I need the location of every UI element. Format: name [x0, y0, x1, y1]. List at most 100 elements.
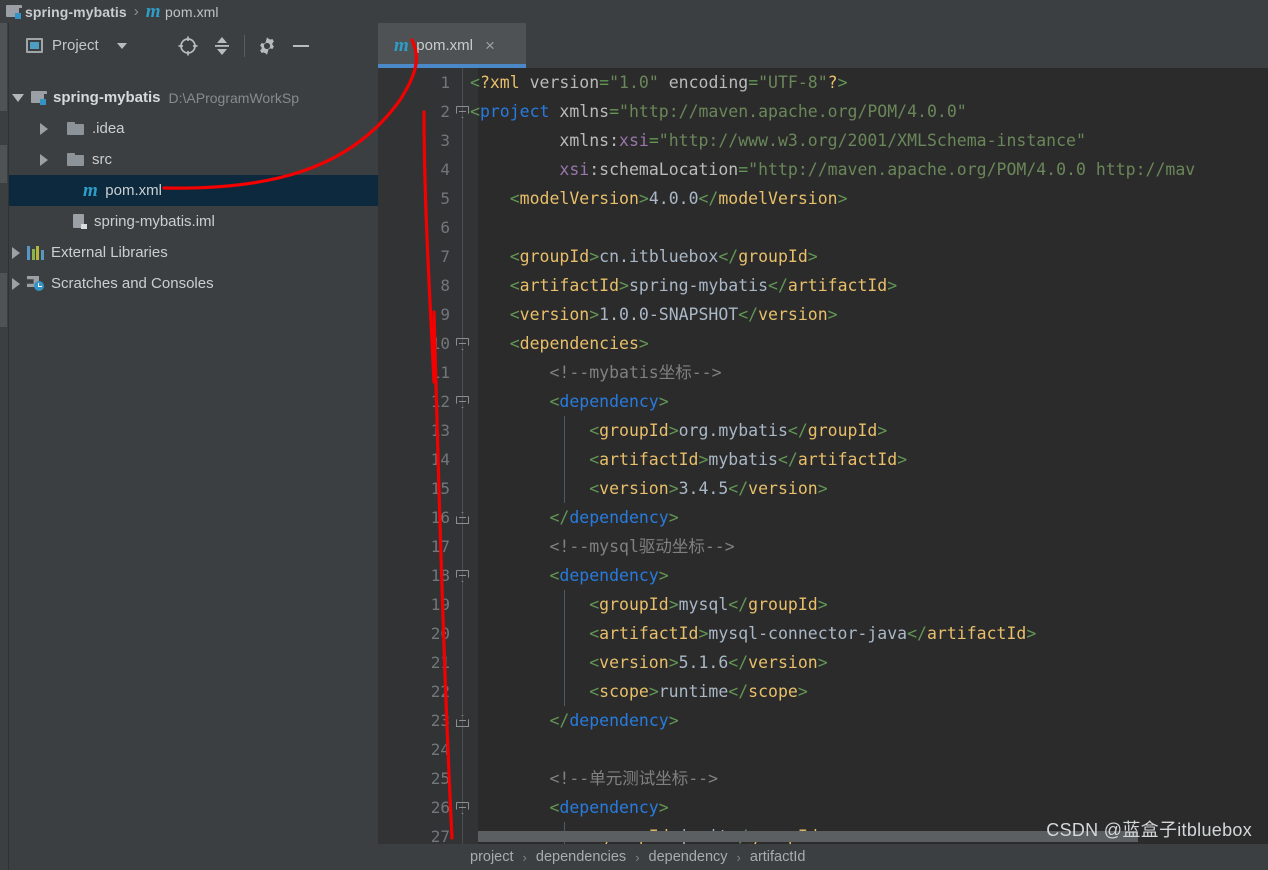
line-number: 2: [440, 102, 450, 121]
collapse-arrow-icon[interactable]: [12, 277, 20, 290]
editor-breadcrumb: project › dependencies › dependency › ar…: [378, 844, 1268, 870]
scratches-icon: [27, 276, 44, 291]
tree-row-spring-mybatis[interactable]: spring-mybatis D:\AProgramWorkSp: [0, 82, 378, 113]
code-editor[interactable]: 1 <?xml version="1.0" encoding="UTF-8"?> 2…: [378, 68, 1268, 870]
hide-panel-icon[interactable]: [284, 31, 318, 61]
line-number: 12: [430, 392, 450, 411]
scrollbar-thumb[interactable]: [478, 831, 1138, 842]
code-text: </dependency>: [470, 711, 679, 730]
line-number: 3: [440, 131, 450, 150]
tree-row-scratches[interactable]: Scratches and Consoles: [0, 268, 378, 299]
code-line[interactable]: 7 <groupId>cn.itbluebox</groupId>: [378, 242, 1268, 271]
code-line[interactable]: 5 <modelVersion>4.0.0</modelVersion>: [378, 184, 1268, 213]
breadcrumb-crumb-dependencies[interactable]: dependencies: [536, 849, 626, 865]
code-text: <!--mybatis坐标-->: [470, 363, 722, 382]
code-line[interactable]: 1 <?xml version="1.0" encoding="UTF-8"?>: [378, 68, 1268, 97]
code-text: <artifactId>spring-mybatis</artifactId>: [470, 276, 898, 295]
code-line[interactable]: 6: [378, 213, 1268, 242]
chevron-down-icon[interactable]: [116, 42, 127, 49]
fold-toggle-icon[interactable]: [456, 396, 469, 408]
locate-target-icon[interactable]: [171, 31, 205, 61]
line-number: 22: [430, 682, 450, 701]
code-line[interactable]: 14 <artifactId>mybatis</artifactId>: [378, 445, 1268, 474]
code-text: <dependency>: [470, 798, 669, 817]
code-line[interactable]: 24: [378, 735, 1268, 764]
code-text: <groupId>cn.itbluebox</groupId>: [470, 247, 818, 266]
code-line[interactable]: 22 <scope>runtime</scope>: [378, 677, 1268, 706]
close-icon[interactable]: ×: [485, 37, 495, 54]
code-line[interactable]: 2 <project xmlns="http://maven.apache.org…: [378, 97, 1268, 126]
line-number: 1: [440, 73, 450, 92]
code-text: <dependency>: [470, 566, 669, 585]
fold-toggle-icon[interactable]: [456, 512, 469, 524]
expand-arrow-icon[interactable]: [12, 93, 24, 102]
code-line[interactable]: 18 <dependency>: [378, 561, 1268, 590]
tree-row-idea[interactable]: .idea: [0, 113, 378, 144]
breadcrumb-crumb-project[interactable]: project: [470, 849, 514, 865]
code-text: xmlns:xsi="http://www.w3.org/2001/XMLSch…: [470, 131, 1086, 150]
project-view-selector[interactable]: Project: [26, 37, 127, 54]
tab-pom-xml[interactable]: m pom.xml ×: [378, 23, 526, 68]
code-text: <modelVersion>4.0.0</modelVersion>: [470, 189, 848, 208]
code-line[interactable]: 11 <!--mybatis坐标-->: [378, 358, 1268, 387]
code-line[interactable]: 8 <artifactId>spring-mybatis</artifactId…: [378, 271, 1268, 300]
tree-row-pom-xml[interactable]: m pom.xml: [0, 175, 378, 206]
collapse-arrow-icon[interactable]: [40, 122, 48, 135]
code-line[interactable]: 15 <version>3.4.5</version>: [378, 474, 1268, 503]
code-text: <dependencies>: [470, 334, 649, 353]
code-text: <version>3.4.5</version>: [470, 479, 828, 498]
breadcrumb-crumb-artifactid[interactable]: artifactId: [750, 849, 806, 865]
line-number: 16: [430, 508, 450, 527]
line-number: 15: [430, 479, 450, 498]
code-text: <artifactId>mybatis</artifactId>: [470, 450, 908, 469]
code-line[interactable]: 23 </dependency>: [378, 706, 1268, 735]
breadcrumb-crumb-dependency[interactable]: dependency: [649, 849, 728, 865]
tree-row-iml[interactable]: spring-mybatis.iml: [0, 206, 378, 237]
code-line[interactable]: 25 <!--单元测试坐标-->: [378, 764, 1268, 793]
line-number: 20: [430, 624, 450, 643]
fold-toggle-icon[interactable]: [456, 338, 469, 350]
collapse-all-icon[interactable]: [205, 31, 239, 61]
code-line[interactable]: 19 <groupId>mysql</groupId>: [378, 590, 1268, 619]
tree-label: .idea: [92, 120, 125, 137]
tree-label: External Libraries: [51, 244, 168, 261]
code-line[interactable]: 16 </dependency>: [378, 503, 1268, 532]
tree-label: spring-mybatis.iml: [94, 213, 215, 230]
tree-row-src[interactable]: src: [0, 144, 378, 175]
fold-toggle-icon[interactable]: [456, 715, 469, 727]
tree-row-external-libraries[interactable]: External Libraries: [0, 237, 378, 268]
code-text: <version>5.1.6</version>: [470, 653, 828, 672]
code-line[interactable]: 12 <dependency>: [378, 387, 1268, 416]
fold-toggle-icon[interactable]: [456, 802, 469, 814]
settings-gear-icon[interactable]: [250, 31, 284, 61]
code-line[interactable]: 13 <groupId>org.mybatis</groupId>: [378, 416, 1268, 445]
library-icon: [27, 245, 44, 260]
line-number: 9: [440, 305, 450, 324]
line-number: 5: [440, 189, 450, 208]
project-tree[interactable]: spring-mybatis D:\AProgramWorkSp .idea s…: [0, 68, 378, 870]
line-number: 17: [430, 537, 450, 556]
code-text: <artifactId>mysql-connector-java</artifa…: [470, 624, 1037, 643]
code-lines[interactable]: 1 <?xml version="1.0" encoding="UTF-8"?> 2…: [378, 68, 1268, 870]
fold-toggle-icon[interactable]: [456, 570, 469, 582]
collapse-arrow-icon[interactable]: [12, 246, 20, 259]
code-text: <groupId>mysql</groupId>: [470, 595, 828, 614]
code-line[interactable]: 3 xmlns:xsi="http://www.w3.org/2001/XMLS…: [378, 126, 1268, 155]
code-line[interactable]: 21 <version>5.1.6</version>: [378, 648, 1268, 677]
collapse-arrow-icon[interactable]: [40, 153, 48, 166]
code-text: <?xml version="1.0" encoding="UTF-8"?>: [470, 73, 848, 92]
fold-toggle-icon[interactable]: [456, 106, 469, 118]
code-line[interactable]: 20 <artifactId>mysql-connector-java</art…: [378, 619, 1268, 648]
code-line[interactable]: 4 xsi:schemaLocation="http://maven.apach…: [378, 155, 1268, 184]
module-icon: [31, 91, 47, 105]
breadcrumb-file[interactable]: m pom.xml: [146, 2, 219, 21]
line-number: 18: [430, 566, 450, 585]
code-line[interactable]: 10 <dependencies>: [378, 329, 1268, 358]
code-line[interactable]: 17 <!--mysql驱动坐标-->: [378, 532, 1268, 561]
code-text: <scope>runtime</scope>: [470, 682, 808, 701]
code-line[interactable]: 9 <version>1.0.0-SNAPSHOT</version>: [378, 300, 1268, 329]
line-number: 7: [440, 247, 450, 266]
breadcrumb-module[interactable]: spring-mybatis: [6, 4, 127, 20]
tree-label: Scratches and Consoles: [51, 275, 214, 292]
line-number: 21: [430, 653, 450, 672]
